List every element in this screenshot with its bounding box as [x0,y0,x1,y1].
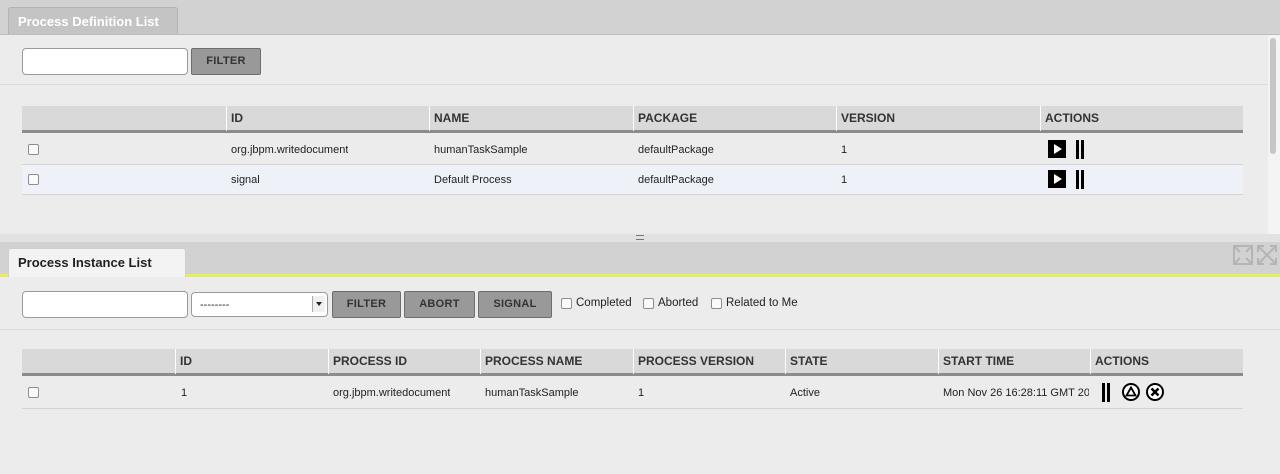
cell-package: defaultPackage [638,144,714,156]
column-select [22,349,175,374]
abort-icon[interactable] [1146,383,1164,401]
column-process-version[interactable]: PROCESS VERSION [633,349,785,374]
signal-icon[interactable] [1122,383,1140,401]
definitions-filter-button[interactable]: FILTER [191,48,261,75]
splitter-handle[interactable] [636,235,644,240]
instances-table-header: ID PROCESS ID PROCESS NAME PROCESS VERSI… [22,349,1243,376]
column-id[interactable]: ID [226,106,429,131]
column-actions: ACTIONS [1090,349,1243,374]
column-state[interactable]: STATE [785,349,938,374]
table-row[interactable]: signal Default Process defaultPackage 1 [22,165,1243,195]
cell-version: 1 [841,144,848,156]
cell-version: 1 [841,174,848,186]
cell-id: 1 [181,387,188,399]
signal-button[interactable]: SIGNAL [478,291,552,318]
row-select-checkbox[interactable] [28,144,39,155]
completed-label: Completed [576,297,632,309]
details-icon[interactable] [1076,170,1086,189]
row-select-checkbox[interactable] [28,387,39,398]
cell-process-name: humanTaskSample [485,387,579,399]
aborted-checkbox[interactable] [643,298,654,309]
cell-name: Default Process [434,174,512,186]
related-to-me-label: Related to Me [726,297,798,309]
aborted-label: Aborted [658,297,699,309]
tab-process-definition-list[interactable]: Process Definition List [8,7,178,34]
column-start-time[interactable]: START TIME [938,349,1090,374]
definitions-scrollbar-thumb[interactable] [1270,38,1276,154]
column-process-name[interactable]: PROCESS NAME [480,349,633,374]
cell-start-time: Mon Nov 26 16:28:11 GMT 20 [943,387,1089,399]
play-icon[interactable] [1048,170,1066,188]
column-version[interactable]: VERSION [836,106,1040,131]
details-icon[interactable] [1102,383,1112,402]
definitions-table-header: ID NAME PACKAGE VERSION ACTIONS [22,106,1243,133]
related-to-me-checkbox[interactable] [711,298,722,309]
column-select [22,106,226,131]
row-select-checkbox[interactable] [28,174,39,185]
select-value: -------- [200,299,230,311]
abort-x-glyph [1150,387,1160,397]
play-icon[interactable] [1048,140,1066,158]
cell-id: org.jbpm.writedocument [231,144,349,156]
definitions-tab-bar [0,0,1280,35]
instances-filter-input[interactable] [22,291,188,318]
cell-state: Active [790,387,820,399]
cell-process-version: 1 [638,387,645,399]
cell-process-id: org.jbpm.writedocument [333,387,451,399]
cell-name: humanTaskSample [434,144,528,156]
definitions-filter-input[interactable] [22,48,188,75]
column-actions: ACTIONS [1040,106,1243,131]
cell-id: signal [231,174,260,186]
table-row[interactable]: 1 org.jbpm.writedocument humanTaskSample… [22,378,1243,409]
signal-triangle-glyph [1124,385,1138,397]
table-row[interactable]: org.jbpm.writedocument humanTaskSample d… [22,135,1243,165]
completed-checkbox[interactable] [561,298,572,309]
cell-package: defaultPackage [638,174,714,186]
instances-filter-button[interactable]: FILTER [332,291,401,318]
abort-button[interactable]: ABORT [404,291,475,318]
tab-process-instance-list[interactable]: Process Instance List [8,248,186,277]
column-name[interactable]: NAME [429,106,633,131]
instances-tab-bar [0,242,1280,274]
details-icon[interactable] [1076,140,1086,159]
column-id[interactable]: ID [175,349,328,374]
instances-state-select[interactable]: -------- [191,292,328,317]
chevron-down-icon [312,296,325,312]
column-package[interactable]: PACKAGE [633,106,836,131]
maximize-icon[interactable] [1232,244,1278,266]
column-process-id[interactable]: PROCESS ID [328,349,480,374]
